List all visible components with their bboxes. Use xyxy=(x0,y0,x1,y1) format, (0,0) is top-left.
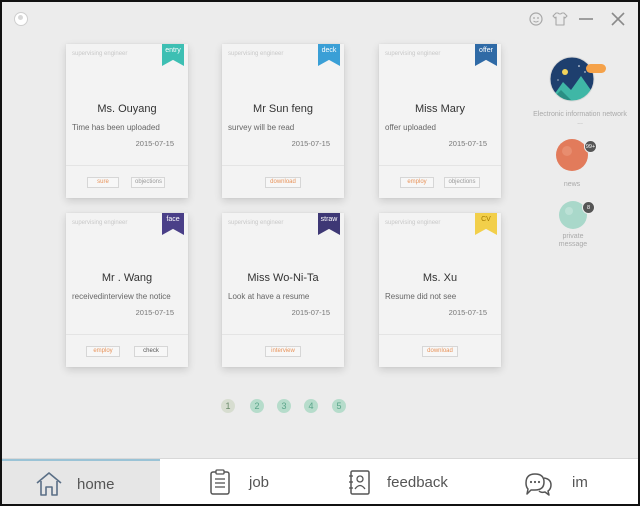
stage-tag: straw xyxy=(318,213,340,235)
card-date: 2015-07-15 xyxy=(291,139,330,148)
card-date: 2015-07-15 xyxy=(135,139,174,148)
chat-bubbles-icon xyxy=(522,467,552,497)
card-status: Look at have a resume xyxy=(228,292,310,301)
news-badge: 99+ xyxy=(584,140,597,153)
objections-button[interactable]: objections xyxy=(131,177,165,188)
card-role: supervising engineer xyxy=(385,220,441,226)
bottom-nav: home job feedback im xyxy=(2,458,638,504)
card-divider xyxy=(66,334,188,335)
profile-avatar[interactable] xyxy=(549,56,595,102)
page-5-button[interactable]: 5 xyxy=(332,399,346,413)
card-divider xyxy=(222,165,344,166)
candidate-card[interactable]: supervising engineer CV Ms. Xu Resume di… xyxy=(379,213,501,367)
stage-tag: face xyxy=(162,213,184,235)
interview-button[interactable]: interview xyxy=(265,346,301,357)
card-date: 2015-07-15 xyxy=(135,308,174,317)
candidate-name: Ms. Xu xyxy=(422,272,458,284)
page-4-button[interactable]: 4 xyxy=(304,399,318,413)
shirt-icon[interactable] xyxy=(551,10,569,28)
message-badge: 8 xyxy=(582,201,595,214)
employ-button[interactable]: employ xyxy=(86,346,120,357)
nav-feedback-label: feedback xyxy=(387,474,448,491)
nav-im[interactable]: im xyxy=(480,459,638,504)
message-label: private message xyxy=(558,233,588,248)
employ-button[interactable]: employ xyxy=(400,177,434,188)
card-role: supervising engineer xyxy=(385,51,441,57)
candidate-card[interactable]: supervising engineer face Mr . Wang rece… xyxy=(66,213,188,367)
card-role: supervising engineer xyxy=(72,220,128,226)
candidate-card[interactable]: supervising engineer entry Ms. Ouyang Ti… xyxy=(66,44,188,198)
stage-tag: CV xyxy=(475,213,497,235)
candidate-name: Miss Wo-Ni-Ta xyxy=(247,272,319,284)
minimize-icon[interactable] xyxy=(577,10,595,28)
nav-home[interactable]: home xyxy=(2,459,160,504)
app-window: supervising engineer entry Ms. Ouyang Ti… xyxy=(2,2,638,504)
page-1-button[interactable]: 1 xyxy=(221,399,235,413)
card-date: 2015-07-15 xyxy=(448,308,487,317)
nav-job-label: job xyxy=(249,474,270,491)
card-status: survey will be read xyxy=(228,123,295,132)
check-button[interactable]: check xyxy=(134,346,168,357)
nav-feedback[interactable]: feedback xyxy=(320,459,480,504)
download-button[interactable]: download xyxy=(422,346,458,357)
profile-status-tag xyxy=(586,64,606,73)
news-label: news xyxy=(563,181,581,188)
card-divider xyxy=(66,165,188,166)
card-status: Resume did not see xyxy=(385,292,457,301)
contact-book-icon xyxy=(344,467,374,497)
stage-tag: entry xyxy=(162,44,184,66)
clipboard-icon xyxy=(205,467,235,497)
candidate-card[interactable]: supervising engineer offer Miss Mary off… xyxy=(379,44,501,198)
profile-label: Electronic information network ... xyxy=(533,111,627,126)
card-status: Time has been uploaded xyxy=(72,123,160,132)
nav-im-label: im xyxy=(572,474,588,491)
app-logo-icon xyxy=(14,12,28,26)
card-status: receivedinterview the notice xyxy=(72,292,171,301)
stage-tag: deck xyxy=(318,44,340,66)
card-status: offer uploaded xyxy=(385,123,437,132)
skin-icon[interactable] xyxy=(527,10,545,28)
close-icon[interactable] xyxy=(609,10,627,28)
objections-button[interactable]: objections xyxy=(444,177,480,188)
page-2-button[interactable]: 2 xyxy=(250,399,264,413)
nav-home-label: home xyxy=(77,476,115,493)
card-role: supervising engineer xyxy=(228,51,284,57)
card-divider xyxy=(379,334,501,335)
card-date: 2015-07-15 xyxy=(448,139,487,148)
candidate-name: Miss Mary xyxy=(414,103,466,115)
candidate-name: Mr Sun feng xyxy=(253,103,313,115)
page-3-button[interactable]: 3 xyxy=(277,399,291,413)
nav-job[interactable]: job xyxy=(160,459,320,504)
sure-button[interactable]: sure xyxy=(87,177,119,188)
stage-tag: offer xyxy=(475,44,497,66)
candidate-name: Ms. Ouyang xyxy=(97,103,157,115)
card-role: supervising engineer xyxy=(72,51,128,57)
download-button[interactable]: download xyxy=(265,177,301,188)
card-role: supervising engineer xyxy=(228,220,284,226)
card-divider xyxy=(222,334,344,335)
card-divider xyxy=(379,165,501,166)
card-date: 2015-07-15 xyxy=(291,308,330,317)
candidate-name: Mr . Wang xyxy=(101,272,153,284)
candidate-card[interactable]: supervising engineer deck Mr Sun feng su… xyxy=(222,44,344,198)
candidate-card[interactable]: supervising engineer straw Miss Wo-Ni-Ta… xyxy=(222,213,344,367)
home-icon xyxy=(34,469,64,499)
